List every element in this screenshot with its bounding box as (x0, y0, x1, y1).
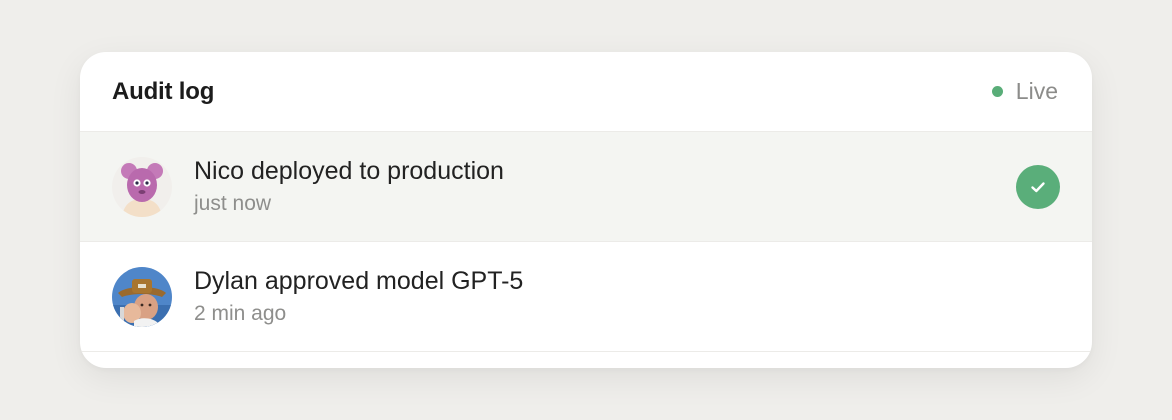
avatar (112, 156, 172, 217)
card-header: Audit log Live (80, 52, 1092, 132)
live-label: Live (1015, 78, 1058, 104)
live-status: Live (991, 78, 1058, 105)
entry-text: Nico deployed to production (194, 156, 504, 185)
entry-text: Dylan approved model GPT-5 (194, 266, 524, 295)
entry-time: 2 min ago (194, 301, 287, 325)
check-circle-icon (1016, 165, 1060, 209)
audit-log-row[interactable]: Nico deployed to production just now (80, 132, 1092, 242)
live-dot-icon (991, 86, 1003, 97)
card-title: Audit log (112, 77, 215, 105)
avatar (112, 266, 172, 327)
audit-log-row[interactable]: Dylan approved model GPT-5 2 min ago (80, 242, 1092, 352)
entry-time: just now (194, 191, 272, 215)
audit-log-card: Audit log Live Nico deployed to producti… (80, 52, 1092, 368)
